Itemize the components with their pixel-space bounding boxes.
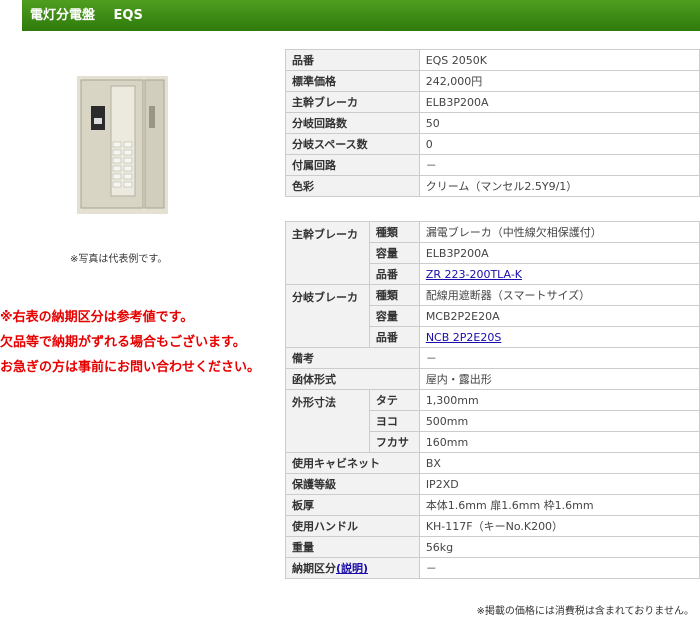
spec-label: 付属回路 [285, 154, 420, 176]
spec-value: 本体1.6mm 扉1.6mm 枠1.6mm [418, 494, 700, 516]
table-row: 分岐回路数 50 [285, 112, 700, 134]
spec-label: 色彩 [285, 175, 420, 197]
table-row: 備考 － [285, 347, 700, 369]
spec-value: EQS 2050K [418, 49, 700, 71]
spec-value: クリーム（マンセル2.5Y9/1） [418, 175, 700, 197]
spec-table-detail: 主幹ブレーカ 種類 漏電ブレーカ（中性線欠相保護付） 容量 ELB3P200A … [285, 221, 700, 579]
spec-label: 使用ハンドル [285, 515, 420, 537]
spec-sublabel: 容量 [368, 242, 420, 264]
table-row: 重量 56kg [285, 536, 700, 558]
spec-value: 56kg [418, 536, 700, 558]
spec-label: 標準価格 [285, 70, 420, 92]
product-photo [77, 76, 168, 214]
spec-label: 納期区分 [292, 562, 336, 575]
spec-sublabel: ヨコ [368, 410, 420, 432]
table-row: 板厚 本体1.6mm 扉1.6mm 枠1.6mm [285, 494, 700, 516]
tax-footnote: ※掲載の価格には消費税は含まれておりません。 [476, 606, 694, 617]
spec-label: 函体形式 [285, 368, 420, 390]
spec-table-basic: 品番 EQS 2050K 標準価格 242,000円 主幹ブレーカ ELB3P200A… [285, 49, 700, 197]
table-row: 函体形式 屋内・露出形 [285, 368, 700, 390]
notice-line: お急ぎの方は事前にお問い合わせください。 [0, 360, 261, 375]
table-row: 分岐ブレーカ 種類 配線用遮断器（スマートサイズ） [285, 284, 700, 348]
spec-sublabel: タテ [368, 389, 420, 411]
spec-value: － [418, 154, 700, 176]
main-breaker-part-cell: ZR 223-200TLA-K [418, 263, 700, 285]
photo-caption: ※写真は代表例です。 [70, 254, 168, 265]
table-row: 使用ハンドル KH-117F（キーNo.K200） [285, 515, 700, 537]
main-breaker-capacity: ELB3P200A [418, 242, 700, 264]
branch-breaker-capacity: MCB2P2E20A [418, 305, 700, 327]
spec-label: 備考 [285, 347, 420, 369]
table-row: 保護等級 IP2XD [285, 473, 700, 495]
spec-label: 品番 [285, 49, 420, 71]
main-breaker-part-link[interactable]: ZR 223-200TLA-K [426, 268, 522, 281]
table-row: 主幹ブレーカ ELB3P200A [285, 91, 700, 113]
dimension-height: 1,300mm [418, 389, 700, 411]
table-row: 使用キャビネット BX [285, 452, 700, 474]
spec-sublabel: 種類 [368, 221, 420, 243]
table-row: 外形寸法 タテ 1,300mm [285, 389, 700, 453]
spec-value: KH-117F（キーNo.K200） [418, 515, 700, 537]
dimension-width: 500mm [418, 410, 700, 432]
spec-value: － [418, 557, 700, 579]
spec-value: 0 [418, 133, 700, 155]
spec-label: 主幹ブレーカ [285, 91, 420, 113]
spec-sublabel: 品番 [368, 326, 420, 348]
dimension-depth: 160mm [418, 431, 700, 453]
header-series: EQS [113, 8, 143, 23]
spec-sublabel: 種類 [368, 284, 420, 306]
spec-label: 使用キャビネット [285, 452, 420, 474]
table-row: 付属回路－ [285, 154, 700, 176]
spec-label: 分岐回路数 [285, 112, 420, 134]
page-header: 電灯分電盤 EQS [22, 0, 700, 31]
branch-breaker-kind: 配線用遮断器（スマートサイズ） [418, 284, 700, 306]
table-row: 色彩 クリーム（マンセル2.5Y9/1） [285, 175, 700, 197]
table-row: 品番 EQS 2050K [285, 49, 700, 71]
notice-line: 欠品等で納期がずれる場合もございます。 [0, 335, 246, 350]
header-title: 電灯分電盤 [30, 8, 96, 23]
spec-value: － [418, 347, 700, 369]
delivery-notice: ※右表の納期区分は参考値です。 欠品等で納期がずれる場合もございます。 お急ぎの… [0, 305, 260, 380]
notice-line: ※右表の納期区分は参考値です。 [0, 310, 194, 325]
spec-value: IP2XD [418, 473, 700, 495]
main-breaker-kind: 漏電ブレーカ（中性線欠相保護付） [418, 221, 700, 243]
spec-label: 重量 [285, 536, 420, 558]
spec-value: 50 [418, 112, 700, 134]
table-row: 主幹ブレーカ 種類 漏電ブレーカ（中性線欠相保護付） [285, 221, 700, 285]
table-row: 分岐スペース数 0 [285, 133, 700, 155]
spec-value: 242,000円 [418, 70, 700, 92]
spec-label: 保護等級 [285, 473, 420, 495]
branch-breaker-label: 分岐ブレーカ [285, 284, 370, 348]
spec-label: 板厚 [285, 494, 420, 516]
table-row: 標準価格 242,000円 [285, 70, 700, 92]
branch-breaker-part-cell: NCB 2P2E20S [418, 326, 700, 348]
spec-value: ELB3P200A [418, 91, 700, 113]
branch-breaker-part-link[interactable]: NCB 2P2E20S [426, 331, 502, 344]
spec-sublabel: 品番 [368, 263, 420, 285]
spec-label: 分岐スペース数 [285, 133, 420, 155]
spec-sublabel: フカサ [368, 431, 420, 453]
dimensions-label: 外形寸法 [285, 389, 370, 453]
delivery-label-cell: 納期区分(説明) [285, 557, 420, 579]
delivery-explanation-link[interactable]: (説明) [336, 562, 368, 575]
spec-value: BX [418, 452, 700, 474]
table-row: 納期区分(説明) － [285, 557, 700, 579]
spec-sublabel: 容量 [368, 305, 420, 327]
spec-value: 屋内・露出形 [418, 368, 700, 390]
main-breaker-label: 主幹ブレーカ [285, 221, 370, 285]
